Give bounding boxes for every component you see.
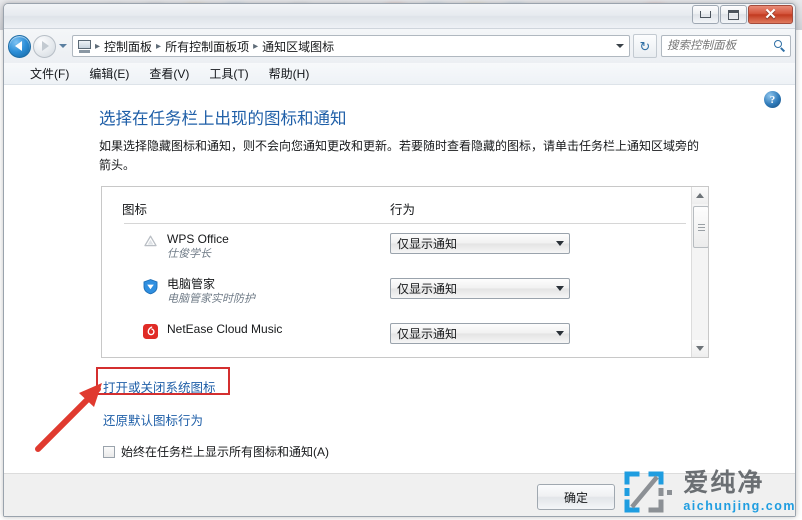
behavior-value: 仅显示通知: [397, 282, 458, 296]
back-button[interactable]: [8, 34, 31, 58]
list-scrollbar[interactable]: [691, 187, 708, 357]
row-icon-cell: WPS Office 仕俊学长: [102, 232, 390, 261]
app-name: NetEase Cloud Music: [167, 322, 283, 336]
table-row[interactable]: NetEase Cloud Music 仅显示通知: [102, 314, 708, 357]
control-panel-window: ✕ ▸ 控制面板 ▸ 所有控制面板项 ▸ 通知区域图标 ↻ 搜索控制面板 文件(…: [3, 3, 796, 517]
app-subtitle: 电脑管家实时防护: [167, 293, 255, 305]
app-name: 电脑管家: [167, 277, 216, 291]
behavior-dropdown[interactable]: 仅显示通知: [390, 278, 570, 299]
table-row[interactable]: 电脑管家 电脑管家实时防护 仅显示通知: [102, 269, 708, 314]
refresh-icon: ↻: [639, 38, 651, 54]
dialog-footer: 确定: [4, 473, 795, 516]
behavior-cell: 仅显示通知: [390, 232, 570, 254]
scrollbar-thumb[interactable]: [693, 206, 708, 248]
row-icon-cell: NetEase Cloud Music: [102, 322, 390, 340]
behavior-dropdown[interactable]: 仅显示通知: [390, 233, 570, 254]
list-header: 图标 行为: [102, 187, 708, 223]
breadcrumb-item-all-items[interactable]: 所有控制面板项: [162, 37, 252, 56]
window-controls: ✕: [692, 5, 793, 24]
breadcrumb-item-notification-area-icons[interactable]: 通知区域图标: [259, 37, 337, 56]
address-dropdown-button[interactable]: [612, 44, 627, 48]
refresh-button[interactable]: ↻: [633, 34, 657, 58]
minimize-icon: [700, 11, 711, 18]
help-icon[interactable]: ?: [764, 91, 781, 108]
ok-button[interactable]: 确定: [537, 484, 615, 510]
page-description: 如果选择隐藏图标和通知，则不会向您通知更改和更新。若要随时查看隐藏的图标，请单击…: [99, 139, 700, 172]
menu-item-help[interactable]: 帮助(H): [259, 63, 320, 84]
pc-manager-shield-icon: [142, 278, 159, 295]
row-text: 电脑管家 电脑管家实时防护: [167, 277, 255, 306]
chevron-down-icon: [58, 44, 67, 48]
table-row[interactable]: WPS Office 仕俊学长 仅显示通知: [102, 224, 708, 269]
link-restore-default-icon-behaviors[interactable]: 还原默认图标行为: [103, 410, 203, 429]
app-name: WPS Office: [167, 232, 229, 246]
chevron-down-icon: [556, 241, 564, 246]
row-text: WPS Office 仕俊学长: [167, 232, 229, 261]
chevron-up-icon: [696, 193, 704, 198]
column-header-icon: 图标: [122, 203, 148, 217]
column-header-behavior: 行为: [390, 203, 416, 217]
forward-button[interactable]: [33, 34, 56, 58]
maximize-button[interactable]: [720, 5, 747, 24]
behavior-dropdown[interactable]: 仅显示通知: [390, 323, 570, 344]
search-input[interactable]: [665, 39, 774, 53]
minimize-button[interactable]: [692, 5, 719, 24]
behavior-cell: 仅显示通知: [390, 322, 570, 344]
chevron-down-icon: [556, 286, 564, 291]
breadcrumb-separator: ▸: [253, 40, 259, 52]
annotation-arrow-icon: [35, 383, 102, 452]
link-turn-system-icons-on-off[interactable]: 打开或关闭系统图标: [103, 377, 216, 396]
page-title: 选择在任务栏上出现的图标和通知: [99, 110, 347, 128]
arrow-left-icon: [15, 41, 22, 51]
menu-bar: 文件(F) 编辑(E) 查看(V) 工具(T) 帮助(H): [4, 63, 795, 85]
search-box[interactable]: [661, 35, 791, 57]
computer-icon: [77, 39, 92, 53]
app-subtitle: 仕俊学长: [167, 248, 211, 260]
icon-behavior-list: 图标 行为 WPS Office 仕俊学长 仅显示通知 电脑管家 电脑管家实时防…: [101, 186, 709, 358]
breadcrumb-item-control-panel[interactable]: 控制面板: [101, 37, 155, 56]
menu-item-view[interactable]: 查看(V): [139, 63, 199, 84]
chevron-down-icon: [556, 331, 564, 336]
breadcrumb-separator: ▸: [156, 40, 162, 52]
recent-pages-button[interactable]: [56, 44, 69, 48]
maximize-icon: [728, 9, 739, 20]
scroll-down-button[interactable]: [692, 340, 708, 357]
close-icon: ✕: [764, 6, 777, 23]
scroll-up-button[interactable]: [692, 187, 708, 204]
always-show-label: 始终在任务栏上显示所有图标和通知(A): [121, 445, 329, 459]
behavior-cell: 仅显示通知: [390, 277, 570, 299]
breadcrumb-separator: ▸: [95, 40, 101, 52]
menu-item-tools[interactable]: 工具(T): [199, 63, 258, 84]
content-pane: ? 选择在任务栏上出现的图标和通知 如果选择隐藏图标和通知，则不会向您通知更改和…: [4, 85, 795, 516]
behavior-value: 仅显示通知: [397, 237, 458, 251]
wps-office-icon: [142, 233, 159, 250]
row-icon-cell: 电脑管家 电脑管家实时防护: [102, 277, 390, 306]
search-icon: [774, 39, 787, 53]
close-button[interactable]: ✕: [748, 5, 793, 24]
row-text: NetEase Cloud Music: [167, 322, 282, 337]
chevron-down-icon: [615, 44, 624, 48]
always-show-checkbox[interactable]: [103, 445, 115, 458]
address-bar[interactable]: ▸ 控制面板 ▸ 所有控制面板项 ▸ 通知区域图标: [72, 35, 630, 57]
window-titlebar: ✕: [4, 4, 795, 29]
arrow-right-icon: [42, 41, 49, 51]
chevron-down-icon: [696, 346, 704, 351]
menu-item-edit[interactable]: 编辑(E): [79, 63, 139, 84]
always-show-checkbox-row[interactable]: 始终在任务栏上显示所有图标和通知(A): [103, 443, 329, 460]
netease-cloud-music-icon: [142, 323, 159, 340]
navigation-bar: ▸ 控制面板 ▸ 所有控制面板项 ▸ 通知区域图标 ↻: [4, 29, 795, 63]
behavior-value: 仅显示通知: [397, 327, 458, 341]
grip-icon: [697, 222, 705, 233]
menu-item-file[interactable]: 文件(F): [20, 63, 79, 84]
